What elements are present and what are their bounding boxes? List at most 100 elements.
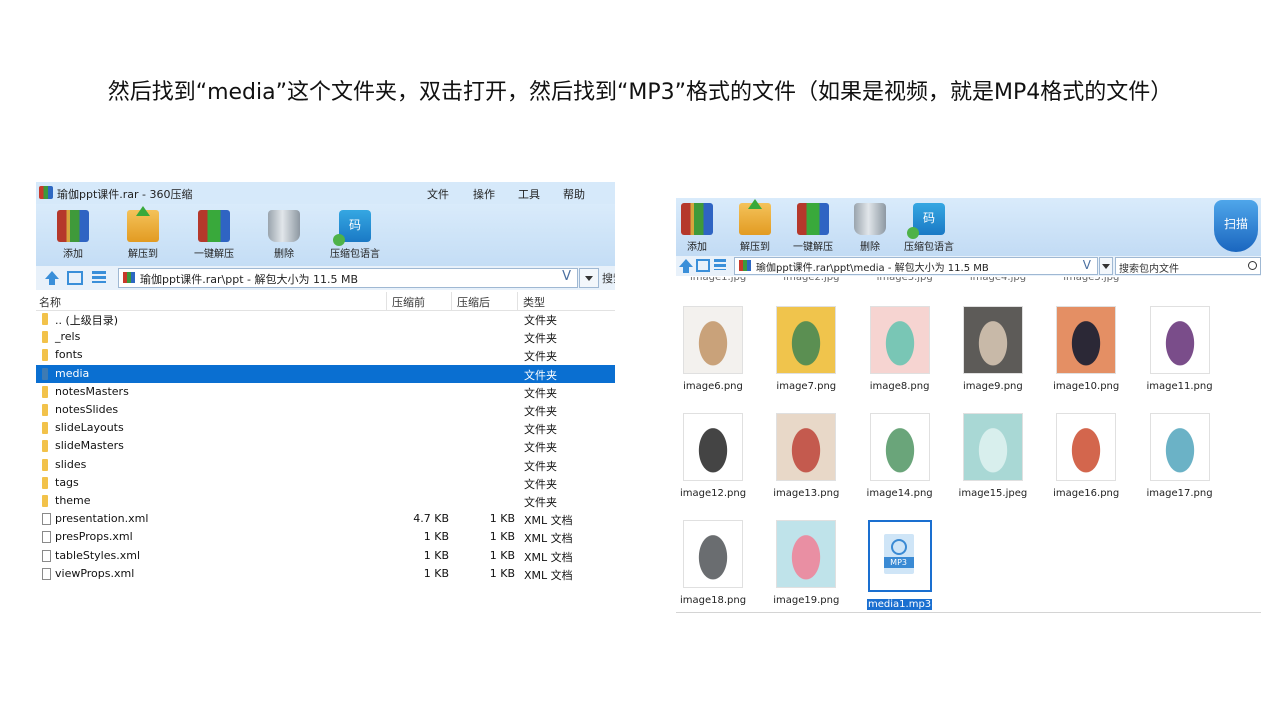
image-thumbnail [683,520,743,588]
table-row[interactable]: notesMasters 文件夹 [36,383,615,401]
image-file-tile[interactable]: image9.png [955,306,1031,392]
menu-operation[interactable]: 操作 [473,186,495,202]
file-name: image12.png [676,488,751,499]
thumbnail-art [777,414,836,480]
thumbnail-art [1150,307,1209,373]
delete-button[interactable]: 删除 [252,208,316,260]
table-row[interactable]: .. (上级目录) 文件夹 [36,310,615,328]
file-name-text: image8.png [869,381,930,392]
file-name-text: image15.jpeg [958,488,1028,499]
table-row[interactable]: presProps.xml 1 KB 1 KB XML 文档 [36,528,615,546]
column-type[interactable]: 类型 [523,294,545,310]
file-name: image10.png [1048,381,1124,392]
file-type: 文件夹 [524,405,557,418]
file-name-text: image19.png [773,595,840,606]
extract-to-button[interactable]: 解压到 [111,206,175,260]
add-button[interactable]: 添加 [41,208,105,260]
file-name: .. (上级目录) [55,314,119,327]
file-name: notesSlides [55,403,119,416]
image-file-tile[interactable]: image10.png [1048,306,1124,392]
chevron-down-icon[interactable] [1099,257,1113,275]
table-row[interactable]: theme 文件夹 [36,492,615,510]
list-view-icon[interactable] [714,259,726,270]
archive-language-button[interactable]: 码 压缩包语言 [320,208,390,260]
size-after: 1 KB [489,548,515,562]
file-type: 文件夹 [524,423,557,437]
image-file-tile[interactable]: image16.png [1048,413,1124,499]
image-file-tile[interactable]: image17.png [1142,413,1218,499]
file-name: image6.png [676,381,751,392]
file-name-text: image16.png [1053,488,1120,499]
file-name-text: image14.png [866,488,933,499]
search-input[interactable]: 搜索包 [582,270,615,286]
archive-app-icon [39,186,53,199]
view-icon[interactable] [67,271,83,285]
file-type: XML 文档 [524,568,573,582]
search-icon[interactable] [1248,261,1257,270]
file-name: image15.jpeg [955,488,1031,499]
add-button[interactable]: 添加 [676,201,729,253]
table-row[interactable]: tableStyles.xml 1 KB 1 KB XML 文档 [36,547,615,565]
address-field[interactable]: 瑜伽ppt课件.rar\ppt - 解包大小为 11.5 MB V [118,268,578,288]
file-name: presentation.xml [55,512,149,526]
table-row[interactable]: slideLayouts 文件夹 [36,419,615,437]
delete-button[interactable]: 删除 [838,201,902,253]
image-file-tile[interactable]: image8.png [862,306,938,392]
one-click-extract-button[interactable]: 一键解压 [781,201,845,253]
view-icon[interactable] [696,259,710,272]
one-click-extract-button[interactable]: 一键解压 [182,208,246,260]
thumbnail-art [684,307,742,373]
file-name: viewProps.xml [55,566,135,580]
table-row[interactable]: notesSlides 文件夹 [36,401,615,419]
up-arrow-icon[interactable] [44,271,60,285]
image-file-tile[interactable]: image14.png [862,413,938,499]
image-thumbnail [776,413,837,481]
table-row[interactable]: slideMasters 文件夹 [36,437,615,455]
image-file-tile[interactable]: image11.png [1142,306,1218,392]
table-row[interactable]: _rels 文件夹 [36,328,615,346]
address-history-icon[interactable]: V [562,269,571,284]
table-row[interactable]: presentation.xml 4.7 KB 1 KB XML 文档 [36,510,615,528]
search-input[interactable]: 搜索包内文件 [1115,257,1261,275]
menu-tools[interactable]: 工具 [518,186,540,202]
file-name: fonts [55,348,83,362]
address-text: 瑜伽ppt课件.rar\ppt - 解包大小为 11.5 MB [140,273,359,286]
folder-icon [42,458,48,471]
address-text: 瑜伽ppt课件.rar\ppt\media - 解包大小为 11.5 MB [756,263,989,274]
column-after[interactable]: 压缩后 [457,294,490,310]
file-type: 文件夹 [524,368,557,382]
size-after: 1 KB [489,566,515,580]
table-row[interactable]: media 文件夹 [36,364,615,383]
size-before: 4.7 KB [413,512,449,526]
table-row[interactable]: fonts 文件夹 [36,346,615,364]
file-name: slideMasters [55,439,124,453]
image-file-tile[interactable]: image19.png [768,520,844,606]
address-history-icon[interactable]: V [1083,258,1091,272]
column-name[interactable]: 名称 [39,294,61,310]
file-name: image18.png [676,595,751,606]
image-file-tile[interactable]: image13.png [768,413,844,499]
image-file-tile[interactable]: image6.png [676,306,751,392]
extract-to-button[interactable]: 解压到 [723,199,787,253]
image-file-tile[interactable]: image7.png [768,306,844,392]
image-file-tile[interactable]: image15.jpeg [955,413,1031,499]
scan-shield-button[interactable]: 扫描 [1214,200,1258,252]
media-file-tile[interactable]: MP3 media1.mp3 [862,520,938,610]
image-file-tile[interactable]: image12.png [676,413,751,499]
folder-icon [42,495,48,507]
size-before: 1 KB [423,566,449,580]
menu-help[interactable]: 帮助 [563,186,585,202]
menu-file[interactable]: 文件 [427,186,449,202]
size-after: 1 KB [489,512,515,526]
table-row[interactable]: slides 文件夹 [36,456,615,474]
archive-window-media: 添加 解压到 一键解压 删除 码 压缩包语言 扫描 瑜伽ppt课件.rar\pp… [676,198,1261,613]
table-row[interactable]: tags 文件夹 [36,474,615,492]
column-before[interactable]: 压缩前 [392,294,425,310]
image-file-tile[interactable]: image18.png [676,520,751,606]
archive-language-button[interactable]: 码 压缩包语言 [894,201,964,253]
up-arrow-icon[interactable] [678,259,694,273]
folder-icon [42,385,48,398]
address-field[interactable]: 瑜伽ppt课件.rar\ppt\media - 解包大小为 11.5 MB V [734,257,1098,275]
list-view-icon[interactable] [92,271,106,283]
table-row[interactable]: viewProps.xml 1 KB 1 KB XML 文档 [36,565,615,583]
